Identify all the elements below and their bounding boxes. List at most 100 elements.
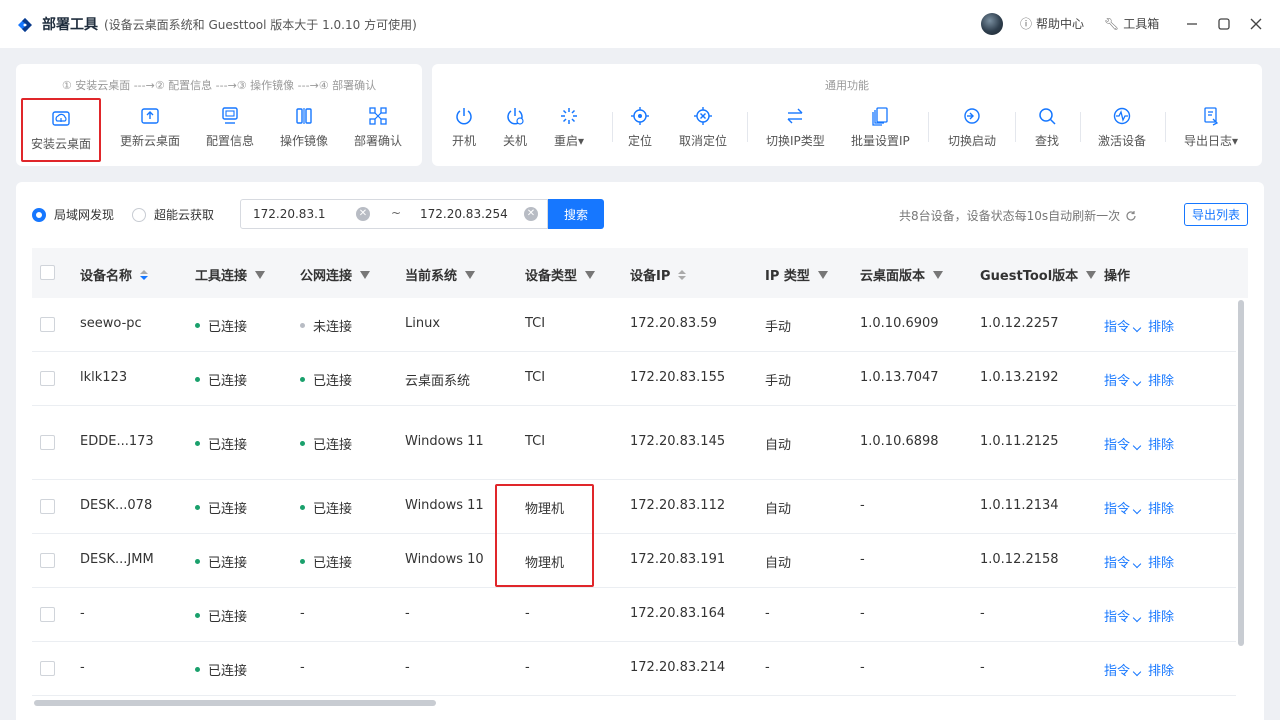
help-icon: ⓘ — [1020, 17, 1033, 31]
restart-button[interactable]: 重启▾ — [554, 106, 584, 149]
row-checkbox[interactable] — [40, 553, 55, 568]
locate-button[interactable]: 定位 — [628, 106, 652, 149]
row-checkbox[interactable] — [40, 661, 55, 676]
clear-start-icon[interactable]: ✕ — [356, 207, 370, 221]
ip-start-value[interactable]: 172.20.83.1 — [253, 207, 326, 221]
command-dropdown[interactable]: 指令 — [1104, 552, 1142, 571]
command-dropdown[interactable]: 指令 — [1104, 370, 1142, 389]
maximize-button[interactable] — [1212, 12, 1236, 36]
filter-icon[interactable] — [585, 270, 596, 279]
command-dropdown[interactable]: 指令 — [1104, 434, 1142, 453]
table-row[interactable]: DESK...JMM 已连接 已连接 Windows 10 物理机 172.20.83.1… — [32, 534, 1236, 588]
radio-cloud-fetch[interactable]: 超能云获取 — [132, 206, 214, 223]
col-device-type[interactable]: 设备类型 — [525, 265, 596, 284]
find-button[interactable]: 查找 — [1035, 106, 1059, 149]
command-label: 指令 — [1104, 502, 1131, 517]
refresh-icon[interactable] — [1125, 210, 1137, 222]
cell-cloud-ver: - — [860, 498, 865, 513]
cell-text: 172.20.83.59 — [630, 316, 717, 331]
cell-guest-ver: - — [980, 606, 985, 621]
avatar[interactable] — [981, 13, 1003, 35]
horizontal-scrollbar[interactable] — [34, 700, 436, 706]
deploy-confirm-button[interactable]: 部署确认 — [338, 106, 418, 149]
export-log-button[interactable]: 导出日志▾ — [1184, 106, 1238, 149]
batch-set-ip-button[interactable]: 批量设置IP — [851, 106, 910, 149]
row-checkbox[interactable] — [40, 607, 55, 622]
cell-text: - — [525, 660, 530, 675]
switch-boot-button[interactable]: 切换启动 — [948, 106, 996, 149]
config-info-button[interactable]: 配置信息 — [190, 106, 270, 149]
col-cloud-version[interactable]: 云桌面版本 — [860, 265, 944, 284]
col-ip-type[interactable]: IP 类型 — [765, 265, 828, 284]
cell-text: 172.20.83.214 — [630, 660, 726, 675]
row-checkbox[interactable] — [40, 371, 55, 386]
command-dropdown[interactable]: 指令 — [1104, 316, 1142, 335]
table-row[interactable]: - 已连接 - - - 172.20.83.214 - - - 指令 排除 — [32, 642, 1236, 696]
filter-icon[interactable] — [1086, 270, 1097, 279]
table-row[interactable]: DESK...078 已连接 已连接 Windows 11 物理机 172.20.83.1… — [32, 480, 1236, 534]
remove-link[interactable]: 排除 — [1148, 370, 1174, 389]
power-on-button[interactable]: 开机 — [452, 106, 476, 149]
table-row[interactable]: seewo-pc 已连接 未连接 Linux TCI 172.20.83.59 手动 1.0.… — [32, 298, 1236, 352]
filter-icon[interactable] — [465, 270, 476, 279]
common-panel: 通用功能 开机 关机 重启▾ 定位 取消定位 切换IP类型 批量设置IP 切换启… — [432, 64, 1262, 166]
row-checkbox[interactable] — [40, 499, 55, 514]
row-checkbox[interactable] — [40, 317, 55, 332]
tool-label: 切换启动 — [948, 134, 997, 148]
command-dropdown[interactable]: 指令 — [1104, 498, 1142, 517]
cell-text: - — [860, 660, 865, 675]
table-row[interactable]: lklk123 已连接 已连接 云桌面系统 TCI 172.20.83.155 手动 1.0.… — [32, 352, 1236, 406]
clear-end-icon[interactable]: ✕ — [524, 207, 538, 221]
steps-panel: ① 安装云桌面 ---→② 配置信息 ---→③ 操作镜像 ---→④ 部署确认… — [16, 64, 422, 166]
activate-device-button[interactable]: 激活设备 — [1098, 106, 1146, 149]
command-dropdown[interactable]: 指令 — [1104, 660, 1142, 679]
remove-link[interactable]: 排除 — [1148, 660, 1174, 679]
operate-mirror-button[interactable]: 操作镜像 — [264, 106, 344, 149]
search-button[interactable]: 搜索 — [548, 199, 604, 229]
install-cloud-desktop-button[interactable]: 安装云桌面 — [21, 98, 101, 162]
remove-link[interactable]: 排除 — [1148, 434, 1174, 453]
power-off-button[interactable]: 关机 — [503, 106, 527, 149]
filter-icon[interactable] — [360, 270, 371, 279]
remove-link[interactable]: 排除 — [1148, 606, 1174, 625]
filter-icon[interactable] — [255, 270, 266, 279]
remove-link[interactable]: 排除 — [1148, 552, 1174, 571]
col-device-ip[interactable]: 设备IP — [630, 265, 687, 284]
close-button[interactable] — [1244, 12, 1268, 36]
ip-range-input[interactable]: 172.20.83.1 ✕ ~ 172.20.83.254 ✕ — [240, 199, 548, 229]
filter-icon[interactable] — [933, 270, 944, 279]
select-all-checkbox[interactable] — [40, 265, 55, 280]
cell-cloud-ver: - — [860, 606, 865, 621]
switch-ip-type-button[interactable]: 切换IP类型 — [766, 106, 825, 149]
cell-ip: 172.20.83.214 — [630, 660, 725, 675]
export-list-button[interactable]: 导出列表 — [1184, 203, 1248, 226]
table-row[interactable]: EDDE...173 已连接 已连接 Windows 11 TCI 172.20.83.1… — [32, 406, 1236, 480]
sort-icon[interactable] — [140, 269, 149, 280]
minimize-button[interactable] — [1180, 12, 1204, 36]
col-label: 设备IP — [630, 269, 671, 284]
col-public-connection[interactable]: 公网连接 — [300, 265, 371, 284]
cancel-locate-button[interactable]: 取消定位 — [679, 106, 727, 149]
remove-link[interactable]: 排除 — [1148, 316, 1174, 335]
table-row[interactable]: - 已连接 - - - 172.20.83.164 - - - 指令 排除 — [32, 588, 1236, 642]
cell-text: - — [525, 606, 530, 621]
filter-icon[interactable] — [817, 270, 828, 279]
activate-icon — [1113, 107, 1131, 125]
update-cloud-desktop-button[interactable]: 更新云桌面 — [110, 106, 190, 149]
command-dropdown[interactable]: 指令 — [1104, 606, 1142, 625]
col-tool-connection[interactable]: 工具连接 — [195, 265, 266, 284]
command-label: 指令 — [1104, 664, 1131, 679]
row-checkbox[interactable] — [40, 435, 55, 450]
toolbox-link[interactable]: 🔧︎ 工具箱 — [1104, 15, 1159, 32]
radio-lan-discovery[interactable]: 局域网发现 — [32, 206, 114, 223]
ip-end-value[interactable]: 172.20.83.254 — [420, 207, 508, 221]
sort-icon[interactable] — [678, 269, 687, 280]
vertical-scrollbar[interactable] — [1238, 300, 1244, 646]
help-center-link[interactable]: ⓘ 帮助中心 — [1020, 15, 1084, 32]
col-guesttool-version[interactable]: GuestTool版本 — [980, 265, 1097, 284]
status-online-icon — [300, 377, 305, 382]
remove-link[interactable]: 排除 — [1148, 498, 1174, 517]
col-label: 设备类型 — [525, 269, 578, 284]
col-current-os[interactable]: 当前系统 — [405, 265, 476, 284]
col-device-name[interactable]: 设备名称 — [80, 265, 149, 284]
